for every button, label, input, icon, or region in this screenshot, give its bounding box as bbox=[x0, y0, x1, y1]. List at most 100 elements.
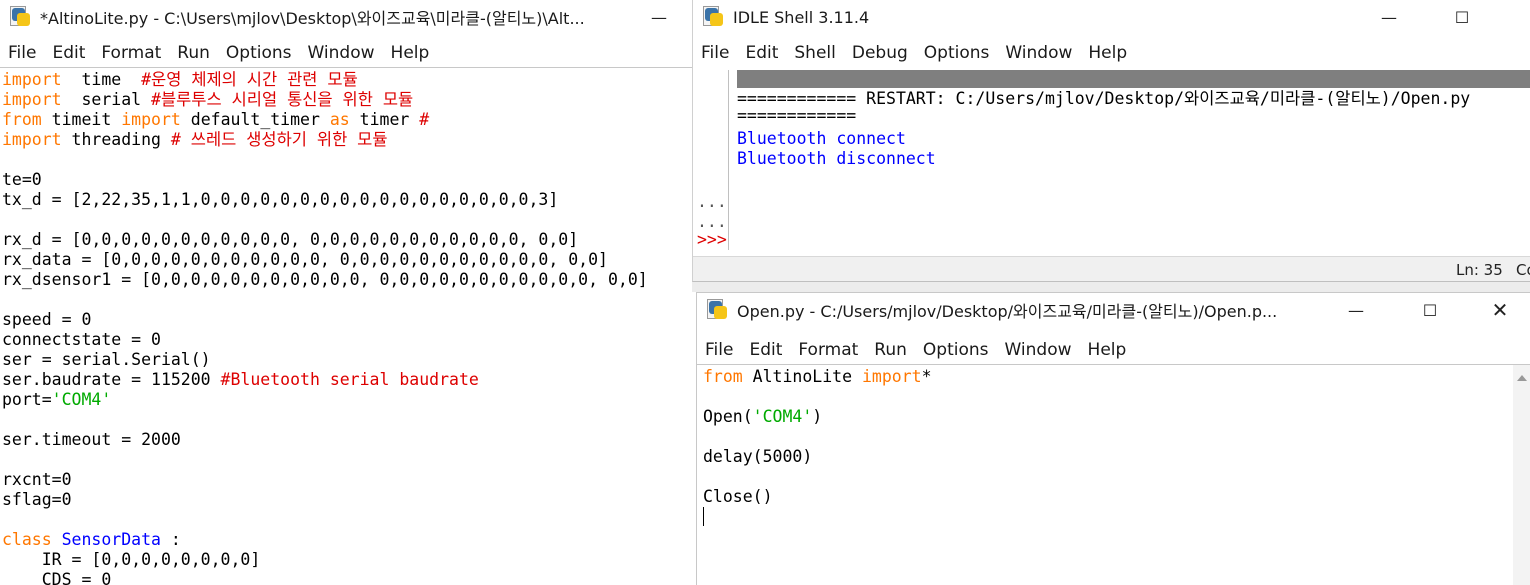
menu-format[interactable]: Format bbox=[93, 43, 169, 63]
menu-edit[interactable]: Edit bbox=[44, 43, 93, 63]
code-token: import bbox=[861, 367, 922, 386]
code-token: sflag=0 bbox=[2, 490, 72, 509]
menu-help[interactable]: Help bbox=[1080, 43, 1135, 63]
code-token: # bbox=[419, 110, 430, 129]
menu-file[interactable]: File bbox=[0, 43, 44, 63]
code-token: timer bbox=[349, 110, 420, 129]
python-file-icon bbox=[10, 6, 32, 28]
code-token: #운영 체제의 시간 관련 모듈 bbox=[141, 70, 358, 89]
code-token: delay(5000) bbox=[703, 447, 813, 466]
code-token: 'COM4' bbox=[51, 390, 112, 409]
menu-bar: File Edit Format Run Options Window Help bbox=[697, 335, 1530, 365]
code-line: Close() bbox=[703, 487, 1511, 507]
title-bar[interactable]: *AltinoLite.py - C:\Users\mjlov\Desktop\… bbox=[0, 0, 692, 34]
menu-bar: File Edit Shell Debug Options Window Help bbox=[693, 38, 1530, 68]
code-token: te=0 bbox=[2, 170, 42, 189]
code-line: import threading # 쓰레드 생성하기 위한 모듈 bbox=[2, 130, 692, 150]
code-token: ) bbox=[812, 407, 823, 426]
menu-edit[interactable]: Edit bbox=[741, 340, 790, 360]
window-title: *AltinoLite.py - C:\Users\mjlov\Desktop\… bbox=[40, 9, 585, 28]
code-editor[interactable]: import time #운영 체제의 시간 관련 모듈 import seria… bbox=[2, 70, 692, 585]
menu-window[interactable]: Window bbox=[997, 340, 1080, 360]
text-cursor bbox=[703, 507, 704, 526]
code-line: CDS = 0 bbox=[2, 570, 692, 585]
code-line: tx_d = [2,22,35,1,1,0,0,0,0,0,0,0,0,0,0,… bbox=[2, 190, 692, 210]
maximize-button[interactable]: ☐ bbox=[1439, 0, 1485, 34]
code-line: connectstate = 0 bbox=[2, 330, 692, 350]
code-line: Open('COM4') bbox=[703, 407, 1511, 427]
output-line: Bluetooth connect bbox=[737, 129, 906, 148]
code-editor[interactable]: from AltinoLite import* Open('COM4') delay… bbox=[703, 367, 1511, 585]
continuation-prompt: ... bbox=[697, 192, 727, 211]
code-token: #블루투스 시리얼 통신을 위한 모듈 bbox=[151, 90, 414, 109]
code-token: ser.timeout = 2000 bbox=[2, 430, 181, 449]
menu-run[interactable]: Run bbox=[866, 340, 915, 360]
code-line: speed = 0 bbox=[2, 310, 692, 330]
maximize-button[interactable]: ☐ bbox=[1407, 293, 1453, 327]
vertical-scrollbar[interactable] bbox=[1513, 365, 1530, 585]
menu-bar: File Edit Format Run Options Window Help bbox=[0, 38, 692, 68]
code-token: IR = [0,0,0,0,0,0,0,0] bbox=[2, 550, 261, 569]
menu-window[interactable]: Window bbox=[997, 43, 1080, 63]
restart-line-continued: ============ bbox=[737, 106, 857, 125]
code-token: tx_d = [2,22,35,1,1,0,0,0,0,0,0,0,0,0,0,… bbox=[2, 190, 559, 209]
menu-debug[interactable]: Debug bbox=[844, 43, 916, 63]
code-line: class SensorData : bbox=[2, 530, 692, 550]
code-line: import serial #블루투스 시리얼 통신을 위한 모듈 bbox=[2, 90, 692, 110]
menu-file[interactable]: File bbox=[693, 43, 737, 63]
title-bar[interactable]: Open.py - C:/Users/mjlov/Desktop/와이즈교육/미… bbox=[697, 293, 1530, 327]
code-token: rx_dsensor1 = [0,0,0,0,0,0,0,0,0,0,0, 0,… bbox=[2, 270, 648, 289]
continuation-prompt: ... bbox=[697, 212, 727, 231]
menu-file[interactable]: File bbox=[697, 340, 741, 360]
menu-options[interactable]: Options bbox=[916, 43, 998, 63]
menu-edit[interactable]: Edit bbox=[737, 43, 786, 63]
menu-options[interactable]: Options bbox=[915, 340, 997, 360]
minimize-button[interactable]: — bbox=[636, 0, 682, 34]
code-line: from timeit import default_timer as time… bbox=[2, 110, 692, 130]
shell-output[interactable]: ============ RESTART: C:/Users/mjlov/Des… bbox=[737, 70, 1530, 250]
code-token: #Bluetooth serial baudrate bbox=[220, 370, 479, 389]
code-token: timeit bbox=[41, 110, 122, 129]
scroll-up-arrow-icon[interactable] bbox=[1517, 375, 1527, 381]
output-line: Bluetooth disconnect bbox=[737, 149, 936, 168]
minimize-button[interactable]: — bbox=[1366, 0, 1412, 34]
code-line: port='COM4' bbox=[2, 390, 692, 410]
code-token: connectstate = 0 bbox=[2, 330, 161, 349]
code-token: * bbox=[921, 367, 932, 386]
close-button[interactable]: ✕ bbox=[1477, 293, 1523, 327]
menu-options[interactable]: Options bbox=[218, 43, 300, 63]
code-line: rx_data = [0,0,0,0,0,0,0,0,0,0,0, 0,0,0,… bbox=[2, 250, 692, 270]
idle-shell-window: IDLE Shell 3.11.4 — ☐ File Edit Shell Debug… bbox=[692, 0, 1530, 282]
menu-run[interactable]: Run bbox=[169, 43, 218, 63]
menu-format[interactable]: Format bbox=[790, 340, 866, 360]
code-token: rx_data = [0,0,0,0,0,0,0,0,0,0,0, 0,0,0,… bbox=[2, 250, 608, 269]
code-line: ser = serial.Serial() bbox=[2, 350, 692, 370]
window-title: IDLE Shell 3.11.4 bbox=[733, 7, 870, 27]
code-token: Close() bbox=[703, 487, 773, 506]
code-token: SensorData bbox=[61, 530, 161, 549]
minimize-button[interactable]: — bbox=[1333, 293, 1379, 327]
code-line: ser.baudrate = 115200 #Bluetooth serial … bbox=[2, 370, 692, 390]
python-file-icon bbox=[707, 299, 729, 321]
line-number: Ln: 35 bbox=[1456, 261, 1503, 279]
column-number: Co bbox=[1516, 261, 1530, 279]
menu-help[interactable]: Help bbox=[383, 43, 438, 63]
menu-help[interactable]: Help bbox=[1080, 340, 1135, 360]
code-line: delay(5000) bbox=[703, 447, 1511, 467]
menu-window[interactable]: Window bbox=[300, 43, 383, 63]
code-token: ser.baudrate = 115200 bbox=[2, 370, 221, 389]
code-line: rxcnt=0 bbox=[2, 470, 692, 490]
code-token: Open( bbox=[703, 407, 753, 426]
python-icon bbox=[703, 6, 725, 28]
code-line: sflag=0 bbox=[2, 490, 692, 510]
status-bar: Ln: 35 Co bbox=[693, 256, 1530, 281]
menu-shell[interactable]: Shell bbox=[786, 43, 843, 63]
code-token: from bbox=[2, 110, 42, 129]
code-token: import bbox=[121, 110, 181, 129]
